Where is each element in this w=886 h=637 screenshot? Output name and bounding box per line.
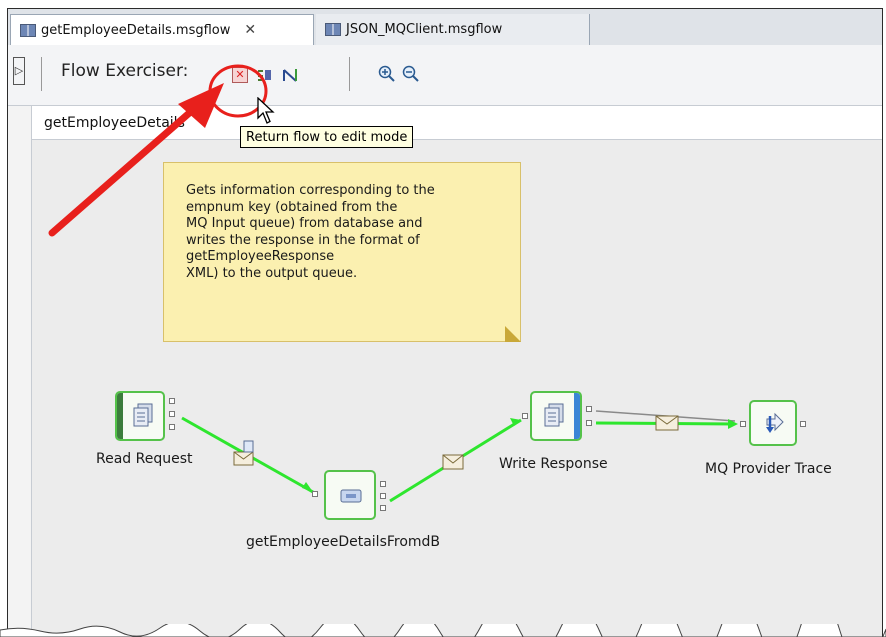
torn-edge xyxy=(0,624,886,637)
node-getemployeedetailsfromdb[interactable] xyxy=(324,470,376,520)
envelope-icon xyxy=(655,415,679,431)
database-node-icon xyxy=(340,489,362,503)
output-terminal[interactable] xyxy=(169,411,175,417)
output-terminal[interactable] xyxy=(586,420,592,426)
node-read-request[interactable] xyxy=(115,391,165,441)
input-terminal[interactable] xyxy=(740,421,746,427)
envelope-icon xyxy=(442,454,464,470)
mq-input-icon xyxy=(133,403,153,427)
input-terminal[interactable] xyxy=(312,491,318,497)
node-label-write-response: Write Response xyxy=(499,456,608,472)
output-terminal[interactable] xyxy=(586,406,592,412)
output-terminal[interactable] xyxy=(800,421,806,427)
tooltip: Return flow to edit mode xyxy=(240,126,414,148)
trace-node-icon xyxy=(766,412,784,433)
output-terminal[interactable] xyxy=(380,481,386,487)
input-terminal[interactable] xyxy=(522,413,528,419)
connections-layer xyxy=(181,410,738,503)
node-label-read-request: Read Request xyxy=(96,451,193,467)
mq-output-icon xyxy=(544,403,564,427)
node-mq-provider-trace[interactable] xyxy=(749,400,797,446)
output-terminal[interactable] xyxy=(380,493,386,499)
envelope-icon xyxy=(233,440,254,466)
node-write-response[interactable] xyxy=(530,391,582,441)
output-terminal[interactable] xyxy=(169,424,175,430)
node-label-mq-provider-trace: MQ Provider Trace xyxy=(705,461,832,477)
output-terminal[interactable] xyxy=(169,398,175,404)
node-label-getemployeedetailsfromdb: getEmployeeDetailsFromdB xyxy=(246,534,441,550)
output-terminal[interactable] xyxy=(380,505,386,511)
mouse-cursor-icon xyxy=(257,97,275,124)
